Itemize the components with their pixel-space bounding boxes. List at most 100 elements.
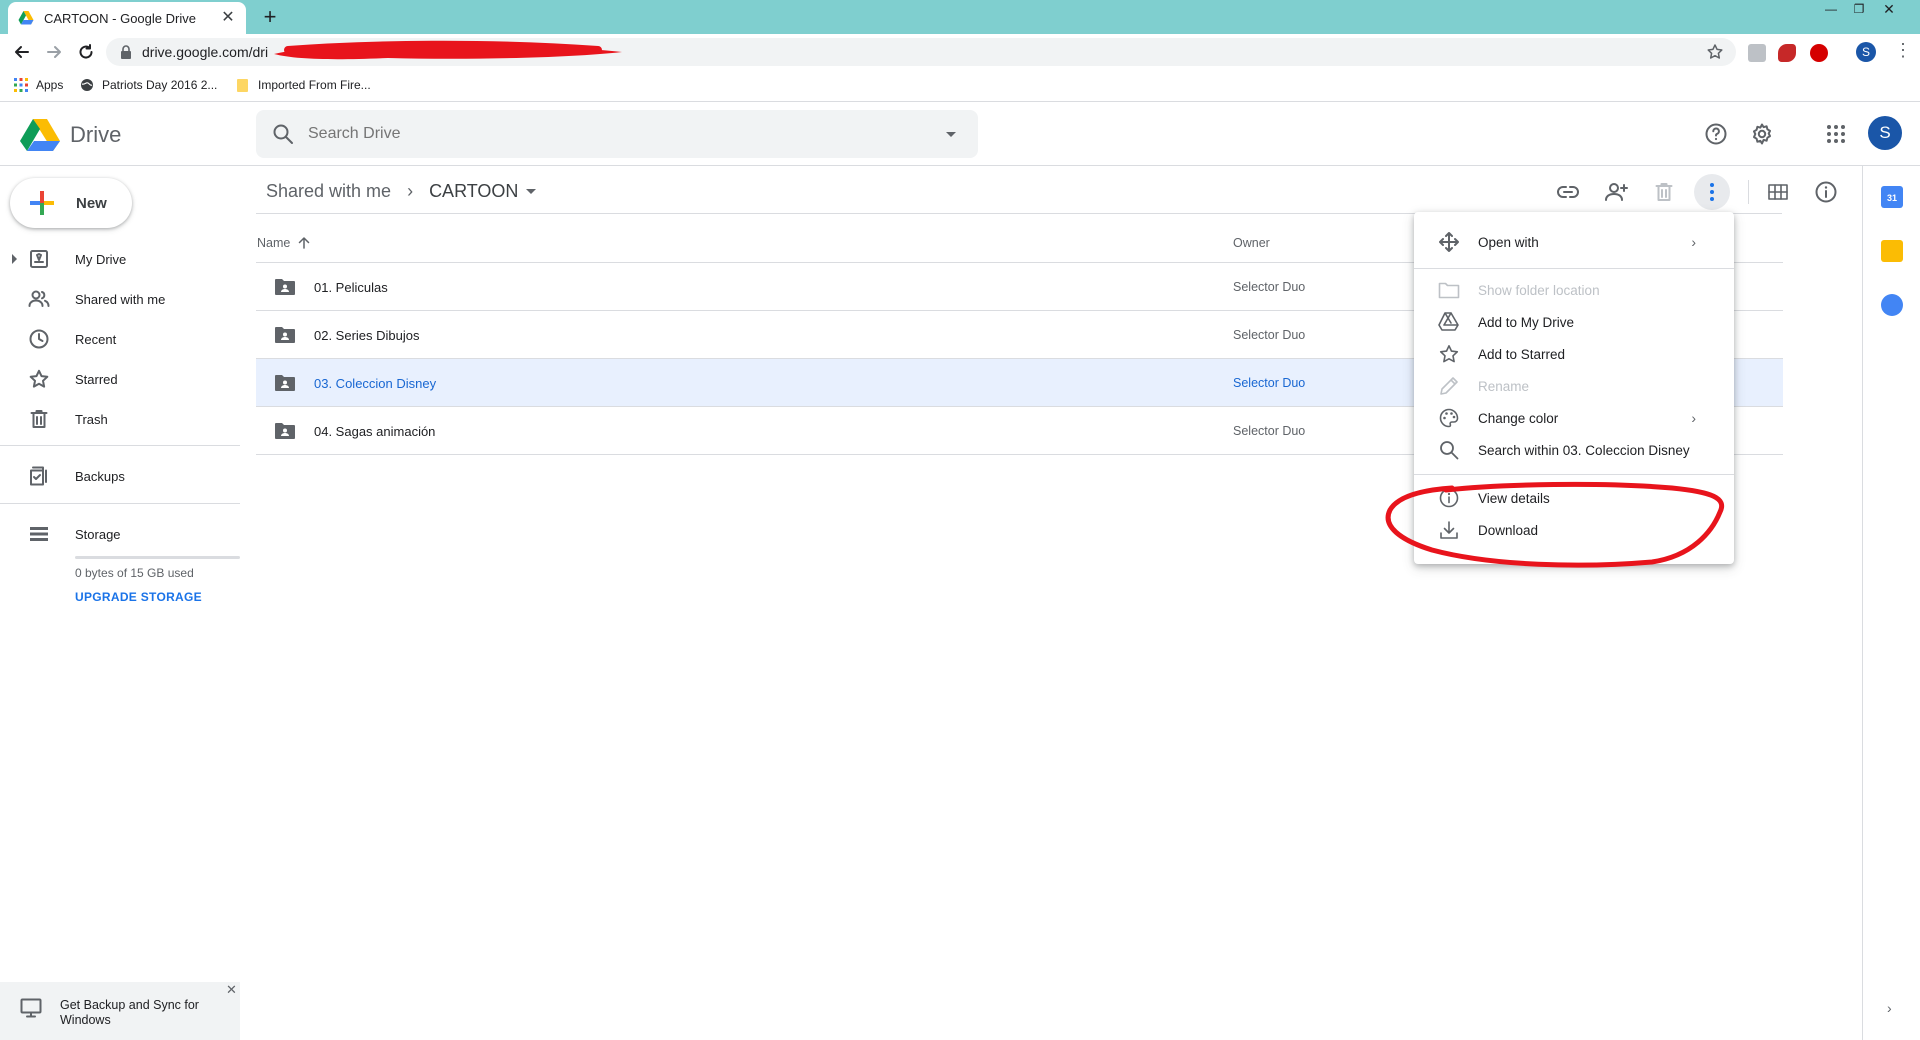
sidebar-item-backups[interactable]: Backups	[0, 457, 240, 495]
shared-folder-icon	[275, 423, 295, 439]
info-icon	[1815, 181, 1837, 203]
open-with-icon	[1438, 231, 1460, 253]
restore-button[interactable]: ❐	[1846, 0, 1872, 18]
breadcrumb-parent[interactable]: Shared with me	[266, 181, 391, 202]
context-menu: Open with › Show folder location Add to …	[1414, 212, 1734, 564]
menu-item-view-details[interactable]: View details	[1414, 482, 1734, 514]
new-button[interactable]: New	[10, 178, 132, 228]
minimize-button[interactable]: —	[1818, 0, 1844, 18]
bookmark-imported-folder[interactable]: Imported From Fire...	[236, 78, 371, 92]
menu-item-label: Rename	[1478, 378, 1530, 394]
more-actions-button[interactable]	[1694, 174, 1730, 210]
back-button[interactable]	[10, 40, 34, 64]
get-link-button[interactable]	[1550, 174, 1586, 210]
tasks-icon[interactable]	[1881, 294, 1903, 316]
grid-view-icon	[1768, 184, 1788, 200]
plus-icon	[30, 191, 54, 215]
file-owner: Selector Duo	[1233, 376, 1306, 390]
calendar-icon[interactable]: 31	[1881, 186, 1903, 208]
extension-icon[interactable]	[1748, 44, 1766, 62]
menu-item-open-with[interactable]: Open with ›	[1414, 226, 1734, 258]
gear-icon	[1753, 123, 1771, 145]
chevron-right-icon[interactable]: ›	[1887, 1000, 1892, 1016]
reload-button[interactable]	[74, 40, 98, 64]
lock-icon	[121, 45, 131, 59]
close-promo-icon[interactable]: ✕	[226, 982, 237, 998]
menu-item-add-to-starred[interactable]: Add to Starred	[1414, 338, 1734, 370]
file-owner: Selector Duo	[1233, 328, 1306, 342]
reload-icon	[79, 44, 93, 59]
browser-menu-icon[interactable]: ⋮	[1894, 40, 1912, 61]
share-button[interactable]	[1598, 174, 1634, 210]
search-box[interactable]	[256, 110, 978, 158]
keep-icon[interactable]	[1881, 240, 1903, 262]
settings-button[interactable]	[1746, 118, 1778, 150]
sidebar-item-label: Backups	[75, 468, 125, 484]
breadcrumb-current[interactable]: CARTOON	[429, 181, 518, 202]
browser-profile-avatar[interactable]: S	[1856, 42, 1876, 62]
bookmark-star-icon[interactable]	[1706, 43, 1724, 61]
new-tab-button[interactable]: +	[258, 5, 282, 29]
search-input[interactable]	[308, 110, 946, 158]
menu-item-show-folder-location[interactable]: Show folder location	[1414, 274, 1734, 306]
extension-icon[interactable]	[1778, 44, 1796, 62]
remove-button[interactable]	[1646, 174, 1682, 210]
file-name: 04. Sagas animación	[314, 424, 436, 439]
backup-sync-promo[interactable]: Get Backup and Sync for Windows	[0, 982, 240, 1040]
bookmark-label: Apps	[36, 78, 64, 92]
menu-item-label: Download	[1478, 522, 1539, 538]
browser-tab[interactable]: CARTOON - Google Drive ✕	[8, 2, 246, 34]
account-avatar[interactable]: S	[1868, 116, 1902, 150]
menu-item-download[interactable]: Download	[1414, 514, 1734, 546]
bookmark-apps[interactable]: Apps	[14, 78, 63, 92]
url-text: drive.google.com/dri	[142, 44, 269, 60]
sidebar-divider	[0, 503, 240, 504]
search-icon[interactable]	[272, 123, 294, 145]
file-name: 01. Peliculas	[314, 280, 388, 295]
add-person-icon	[1605, 183, 1628, 201]
grid-view-button[interactable]	[1760, 174, 1796, 210]
tab-close-icon[interactable]: ✕	[220, 10, 236, 26]
chevron-down-icon[interactable]	[526, 188, 537, 194]
upgrade-storage-link[interactable]: UPGRADE STORAGE	[75, 590, 202, 604]
trash-icon	[28, 408, 50, 430]
sidebar-item-trash[interactable]: Trash	[0, 400, 240, 438]
drive-logo[interactable]: Drive	[20, 118, 121, 152]
help-button[interactable]	[1700, 118, 1732, 150]
forward-button[interactable]	[42, 40, 66, 64]
apps-grid-icon	[14, 78, 28, 92]
chevron-right-icon: ›	[407, 180, 414, 201]
column-header-owner[interactable]: Owner	[1233, 236, 1270, 250]
menu-item-label: Change color	[1478, 410, 1559, 426]
menu-item-search-within[interactable]: Search within 03. Coleccion Disney	[1414, 434, 1734, 466]
sidebar-item-label: My Drive	[75, 251, 127, 267]
shared-folder-icon	[275, 279, 295, 295]
menu-item-change-color[interactable]: Change color ›	[1414, 402, 1734, 434]
search-options-dropdown-icon[interactable]	[946, 131, 956, 137]
google-apps-button[interactable]	[1820, 118, 1852, 150]
search-icon	[1438, 439, 1460, 461]
sidebar-item-my-drive[interactable]: My Drive	[0, 240, 240, 278]
sidebar-item-starred[interactable]: Starred	[0, 360, 240, 398]
my-drive-icon	[28, 248, 50, 270]
shared-folder-icon	[275, 375, 295, 391]
extension-opera-icon[interactable]	[1810, 44, 1828, 62]
back-arrow-icon	[15, 46, 29, 58]
arrow-up-icon[interactable]	[298, 237, 310, 249]
expand-arrow-icon[interactable]	[12, 254, 17, 264]
menu-item-rename[interactable]: Rename	[1414, 370, 1734, 402]
toolbar-divider	[1748, 180, 1749, 204]
menu-item-add-to-my-drive[interactable]: Add to My Drive	[1414, 306, 1734, 338]
window-close-button[interactable]: ✕	[1876, 0, 1902, 18]
browser-tab-strip: CARTOON - Google Drive ✕ + — ❐ ✕	[0, 0, 1920, 34]
column-header-name[interactable]: Name	[257, 236, 310, 250]
bookmark-patriots-day[interactable]: Patriots Day 2016 2...	[80, 78, 217, 92]
view-details-button[interactable]	[1808, 174, 1844, 210]
sidebar-item-recent[interactable]: Recent	[0, 320, 240, 358]
sidebar-item-shared-with-me[interactable]: Shared with me	[0, 280, 240, 318]
menu-item-label: Search within 03. Coleccion Disney	[1478, 442, 1690, 458]
sidebar-item-storage[interactable]: Storage	[0, 515, 240, 553]
drive-favicon-icon	[18, 11, 34, 25]
sidebar-item-label: Storage	[75, 526, 121, 542]
sidebar-divider	[0, 445, 240, 446]
